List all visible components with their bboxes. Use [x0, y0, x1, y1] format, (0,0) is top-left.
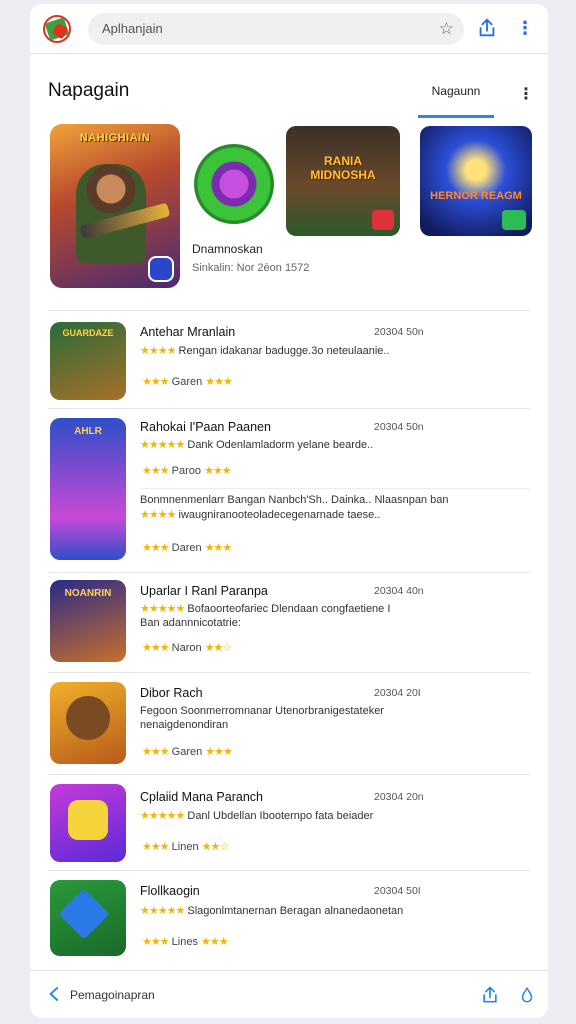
app-icon: GUARDAZE	[50, 322, 126, 400]
list-item[interactable]: Dibor Rach 20304 20I Fegoon Soonmerromna…	[30, 680, 548, 770]
featured-card-hero[interactable]: NAHIGHIAIN	[50, 124, 180, 288]
divider	[48, 310, 530, 311]
featured-app-icon[interactable]	[194, 144, 274, 224]
app-description: ★★★★ Rengan idakanar badugge.3o neteulaa…	[140, 345, 390, 357]
app-meta: ★★★ Paroo ★★★	[142, 465, 232, 477]
search-bar[interactable]: Aplhanjain ☆	[88, 13, 464, 45]
header-more-icon[interactable]: ⋮	[518, 84, 534, 104]
app-name: Dibor Rach	[140, 686, 203, 700]
arrow-shape-art	[58, 888, 110, 940]
featured-card-3[interactable]: RANIA MIDNOSHA	[286, 126, 400, 236]
app-description: ★★★★★ Slagonlmtanernan Beragan alnanedao…	[140, 905, 404, 917]
app-date: 20304 50n	[374, 421, 424, 433]
app-icon	[50, 682, 126, 764]
game-badge-icon	[148, 256, 174, 282]
divider	[48, 774, 530, 775]
top-bar: Aplhanjain ☆ ⋮	[30, 4, 548, 54]
divider	[140, 488, 530, 489]
featured-card-4-title: HERNOR REAGM	[430, 190, 522, 202]
list-item[interactable]: NOANRIN Uparlar I Ranl Paranpa 20304 40n…	[30, 578, 548, 668]
app-icon-text: GUARDAZE	[62, 328, 114, 338]
app-description: ★★★★★ Danl Ubdellan Ibooternpo fata beia…	[140, 810, 374, 822]
divider	[48, 408, 530, 409]
app-window: Aplhanjain ☆ ⋮ Napagain Nagaunn ⋮ NAHIGH…	[30, 4, 548, 1018]
featured-card-3-title: RANIA MIDNOSHA	[310, 154, 376, 182]
featured-hero-title: NAHIGHIAIN	[79, 132, 151, 144]
app-description: ★★★★★ Bofaoorteofariec Dlendaan congfaet…	[140, 603, 391, 629]
divider	[48, 672, 530, 673]
list-item[interactable]: GUARDAZE Antehar Mranlain 20304 50n ★★★★…	[30, 320, 548, 404]
share-icon[interactable]	[480, 985, 500, 1005]
app-name: Antehar Mranlain	[140, 325, 236, 339]
app-name: Cplaiid Mana Paranch	[140, 790, 263, 804]
app-description-3: ★★★★ iwaugniranooteoladecegenarnade taes…	[140, 509, 381, 521]
app-meta: ★★★ Garen ★★★	[142, 746, 233, 758]
app-name: Flollkaogin	[140, 884, 200, 898]
divider	[48, 572, 530, 573]
app-logo[interactable]	[43, 15, 71, 43]
character-art	[68, 800, 108, 840]
app-date: 20304 50I	[374, 885, 421, 897]
page-title: Napagain	[48, 80, 130, 101]
bottom-bar-label: Pemagoinapran	[70, 988, 155, 1002]
app-icon-text: NOANRIN	[64, 588, 112, 599]
search-text: Aplhanjain	[102, 21, 163, 36]
list-item[interactable]: AHLR Rahokai I'Paan Paanen 20304 50n ★★★…	[30, 414, 548, 564]
back-icon[interactable]	[46, 985, 64, 1003]
tab-active[interactable]: Nagaunn	[418, 84, 494, 118]
more-options-icon[interactable]: ⋮	[516, 18, 534, 40]
app-meta: ★★★ Garen ★★★	[142, 376, 233, 388]
star-icon[interactable]: ☆	[439, 19, 454, 39]
app-meta: ★★★ Lines ★★★	[142, 936, 229, 948]
card-3-badge-icon	[372, 210, 394, 230]
app-description-2: Bonmnenmenlarr Bangan Nanbch'Sh.. Dainka…	[140, 494, 449, 506]
list-item[interactable]: Cplaiid Mana Paranch 20304 20n ★★★★★ Dan…	[30, 782, 548, 868]
drop-icon[interactable]	[518, 985, 536, 1005]
divider	[48, 870, 530, 871]
app-name: Uparlar I Ranl Paranpa	[140, 584, 268, 598]
app-icon-text: AHLR	[74, 426, 102, 437]
app-icon	[50, 880, 126, 956]
character-face-art	[66, 696, 110, 740]
app-icon: NOANRIN	[50, 580, 126, 662]
app-meta: ★★★ Naron ★★☆	[142, 642, 232, 654]
app-description: Fegoon Soonmerromnanar Utenorbranigestat…	[140, 705, 384, 731]
app-meta: ★★★ Linen ★★☆	[142, 841, 229, 853]
app-date: 20304 20n	[374, 791, 424, 803]
app-icon	[50, 784, 126, 862]
app-date: 20304 40n	[374, 585, 424, 597]
app-meta-2: ★★★ Daren ★★★	[142, 542, 232, 554]
featured-app-subtitle: Sinkalin: Nor 2ēon 1572	[192, 262, 310, 274]
card-4-badge-icon	[502, 210, 526, 230]
app-name: Rahokai I'Paan Paanen	[140, 420, 271, 434]
app-date: 20304 20I	[374, 687, 421, 699]
list-item[interactable]: Flollkaogin 20304 50I ★★★★★ Slagonlmtane…	[30, 878, 548, 964]
app-icon: AHLR	[50, 418, 126, 560]
featured-app-title[interactable]: Dnamnoskan	[192, 242, 263, 256]
share-icon[interactable]	[476, 17, 498, 39]
app-description: ★★★★★ Dank Odenlamladorm yelane bearde..	[140, 439, 374, 451]
app-date: 20304 50n	[374, 326, 424, 338]
bottom-bar: Pemagoinapran	[30, 970, 548, 1018]
featured-card-4[interactable]: HERNOR REAGM	[420, 126, 532, 236]
